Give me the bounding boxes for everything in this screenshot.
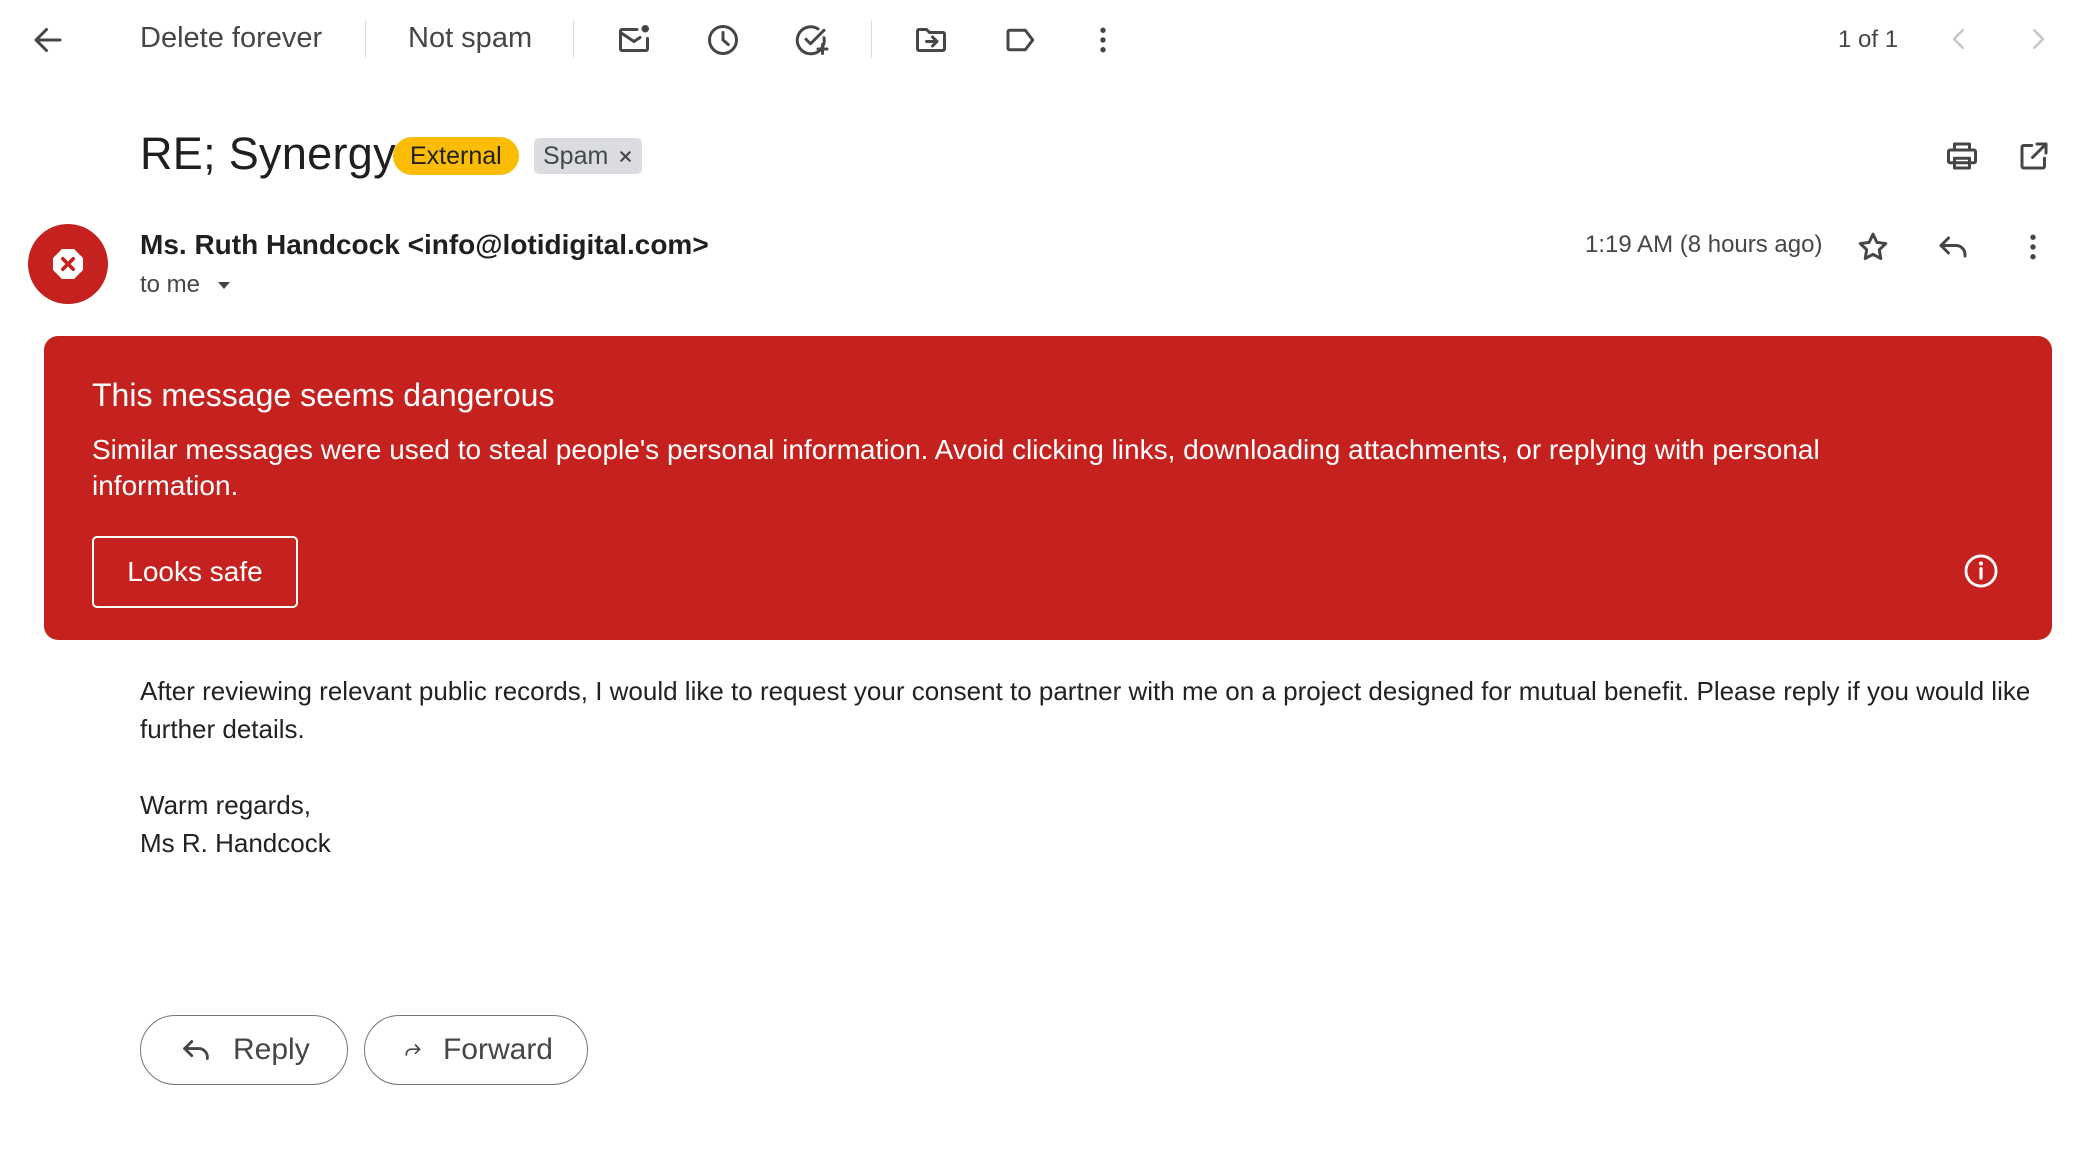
- external-label: External: [393, 137, 519, 175]
- more-options-button[interactable]: [1083, 20, 1123, 60]
- body-signature: Ms R. Handcock: [140, 828, 331, 858]
- toolbar-divider: [871, 20, 872, 58]
- print-button[interactable]: [1942, 136, 1982, 176]
- star-button[interactable]: [1852, 226, 1894, 268]
- not-spam-button[interactable]: Not spam: [408, 22, 532, 55]
- spam-label: Spam: [534, 138, 643, 174]
- more-vertical-icon: [2030, 234, 2036, 260]
- recipient-details[interactable]: to me: [140, 271, 236, 299]
- older-button[interactable]: [2021, 22, 2055, 56]
- folder-move-icon: [916, 28, 946, 52]
- sender-name[interactable]: Ms. Ruth Handcock <info@lotidigital.com>: [140, 229, 709, 261]
- external-label-text: External: [410, 141, 502, 170]
- labels-button[interactable]: [1000, 20, 1040, 60]
- back-button[interactable]: [28, 20, 68, 60]
- body-paragraph: After reviewing relevant public records,…: [140, 676, 2031, 744]
- warning-title: This message seems dangerous: [92, 377, 555, 413]
- label-icon: [1006, 28, 1035, 52]
- open-in-new-icon: [2020, 142, 2048, 170]
- move-to-button[interactable]: [911, 20, 951, 60]
- toolbar-divider: [365, 20, 366, 58]
- reply-footer-button[interactable]: Reply: [140, 1015, 348, 1085]
- warning-text: Similar messages were used to steal peop…: [92, 434, 1820, 501]
- pagination-count: 1 of 1: [1838, 26, 1899, 53]
- add-task-icon: [795, 25, 829, 56]
- chevron-right-icon: [2033, 29, 2045, 49]
- newer-button[interactable]: [1942, 22, 1976, 56]
- printer-icon: [1947, 142, 1977, 170]
- add-to-tasks-button[interactable]: [792, 20, 832, 60]
- chevron-left-icon: [1952, 29, 1964, 49]
- body-closing: Warm regards,: [140, 790, 311, 820]
- toolbar-divider: [573, 20, 574, 58]
- open-new-window-button[interactable]: [2014, 136, 2054, 176]
- arrow-left-icon: [34, 28, 62, 52]
- mark-unread-button[interactable]: [614, 20, 654, 60]
- spam-label-text: Spam: [543, 141, 609, 170]
- email-timestamp: 1:19 AM (8 hours ago): [1585, 231, 1823, 258]
- mail-unread-icon: [619, 25, 649, 52]
- reply-icon: [183, 1040, 209, 1060]
- info-icon: [1964, 554, 1998, 588]
- remove-label-button[interactable]: [617, 148, 634, 165]
- looks-safe-label: Looks safe: [127, 556, 263, 587]
- forward-footer-button[interactable]: Forward: [364, 1015, 588, 1085]
- delete-forever-button[interactable]: Delete forever: [140, 22, 322, 55]
- danger-octagon-icon: [53, 249, 83, 279]
- warning-info-button[interactable]: [1960, 550, 2002, 592]
- reply-label: Reply: [233, 1033, 310, 1066]
- reply-button[interactable]: [1932, 226, 1974, 268]
- recipient-text: to me: [140, 271, 201, 298]
- danger-warning-banner: This message seems dangerous Similar mes…: [44, 336, 2052, 640]
- message-more-button[interactable]: [2012, 226, 2054, 268]
- star-icon: [1858, 232, 1888, 261]
- more-vertical-icon: [1100, 27, 1106, 53]
- caret-down-icon: [218, 282, 231, 289]
- clock-icon: [708, 25, 738, 55]
- forward-label: Forward: [442, 1033, 553, 1066]
- snooze-button[interactable]: [703, 20, 743, 60]
- message-body: After reviewing relevant public records,…: [140, 672, 2050, 862]
- sender-avatar[interactable]: [28, 224, 108, 304]
- forward-icon: [405, 1044, 421, 1056]
- reply-icon: [1939, 236, 1967, 258]
- looks-safe-button[interactable]: Looks safe: [92, 536, 298, 608]
- email-subject: RE; Synergy: [140, 128, 396, 179]
- close-icon: [620, 150, 632, 162]
